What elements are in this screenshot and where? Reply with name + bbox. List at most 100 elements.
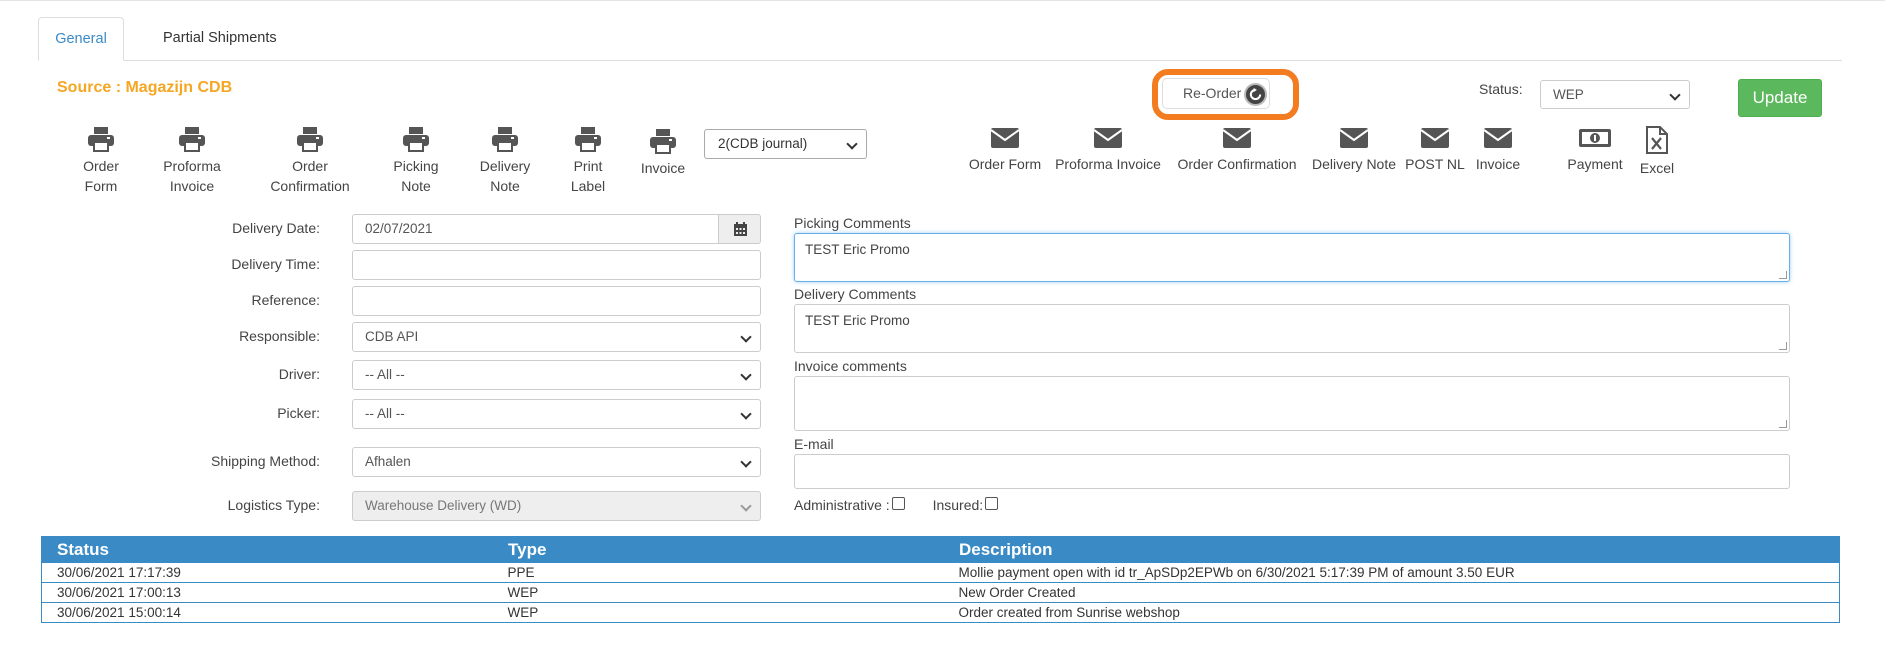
cell-status: 30/06/2021 17:17:39 <box>41 562 493 583</box>
chevron-down-icon <box>740 456 752 468</box>
administrative-label: Administrative : <box>794 497 890 513</box>
email-label: E-mail <box>794 436 834 452</box>
administrative-checkbox[interactable] <box>891 497 905 510</box>
option-checks: Administrative : Insured: <box>794 497 999 513</box>
tool-label: Proforma Invoice <box>1055 156 1161 172</box>
printer-icon <box>492 127 518 152</box>
resize-handle[interactable] <box>1779 342 1787 350</box>
mail-delivery-note-button[interactable]: Delivery Note <box>1308 126 1400 174</box>
source-title: Source : Magazijn CDB <box>57 79 233 96</box>
tool-label-line2: Form <box>84 178 118 194</box>
tool-label-line2: Label <box>570 178 606 194</box>
top-divider <box>0 0 1885 1</box>
envelope-icon <box>1222 128 1252 148</box>
delivery-date-input[interactable]: 02/07/2021 <box>352 214 719 244</box>
status-label: Status: <box>1479 81 1523 97</box>
logistics-type-label: Logistics Type: <box>227 497 320 513</box>
chevron-down-icon <box>740 408 752 420</box>
print-picking-note-button[interactable]: Picking Note <box>388 126 444 196</box>
reference-input[interactable] <box>352 286 761 316</box>
tool-label-line2: Invoice <box>169 178 215 194</box>
mail-post-nl-button[interactable]: POST NL <box>1404 126 1466 174</box>
status-select[interactable]: WEP <box>1540 80 1690 109</box>
column-header-description: Description <box>943 536 1840 563</box>
chevron-down-icon <box>740 369 752 381</box>
cell-status: 30/06/2021 17:00:13 <box>41 582 493 603</box>
insured-checkbox[interactable] <box>985 497 999 510</box>
tab-partial-shipments[interactable]: Partial Shipments <box>145 17 295 61</box>
resize-handle[interactable] <box>1779 271 1787 279</box>
responsible-value: CDB API <box>365 329 419 344</box>
mail-proforma-invoice-button[interactable]: Proforma Invoice <box>1052 126 1164 174</box>
picker-select[interactable]: -- All -- <box>352 399 761 429</box>
delivery-comments-value: TEST Eric Promo <box>805 313 910 328</box>
chevron-down-icon <box>740 500 752 512</box>
email-input[interactable] <box>794 454 1790 489</box>
print-proforma-invoice-button[interactable]: Proforma Invoice <box>158 126 226 196</box>
mail-order-confirmation-button[interactable]: Order Confirmation <box>1172 126 1302 174</box>
picker-value: -- All -- <box>365 406 405 421</box>
chevron-down-icon <box>846 138 858 150</box>
print-invoice-button[interactable]: Invoice <box>637 128 689 178</box>
tool-label-line2: Confirmation <box>270 178 350 194</box>
calendar-icon <box>734 222 747 236</box>
resize-handle[interactable] <box>1779 420 1787 428</box>
excel-file-icon <box>1646 126 1668 154</box>
tool-label-line1: Order <box>292 158 328 174</box>
delivery-date-value: 02/07/2021 <box>365 221 433 236</box>
insured-label: Insured: <box>932 497 984 513</box>
delivery-comments-textarea[interactable]: TEST Eric Promo <box>794 304 1790 353</box>
tool-label-line1: Invoice <box>640 160 686 176</box>
print-order-form-button[interactable]: Order Form <box>75 126 127 196</box>
printer-icon <box>179 127 205 152</box>
table-header-row: Status Type Description <box>41 536 1840 563</box>
shipping-method-label: Shipping Method: <box>211 453 320 469</box>
delivery-time-input[interactable] <box>352 250 761 280</box>
journal-select[interactable]: 2(CDB journal) <box>704 129 867 159</box>
tool-label-line2: Note <box>401 178 431 194</box>
print-order-confirmation-button[interactable]: Order Confirmation <box>265 126 355 196</box>
reorder-label: Re-Order <box>1183 85 1242 101</box>
refresh-icon[interactable] <box>1244 83 1267 106</box>
tool-label-line1: Picking <box>393 158 439 174</box>
journal-value: 2(CDB journal) <box>718 136 808 151</box>
driver-select[interactable]: -- All -- <box>352 360 761 390</box>
tool-label: Excel <box>1639 160 1675 176</box>
tool-label-line1: Order <box>83 158 119 174</box>
update-button[interactable]: Update <box>1738 79 1822 117</box>
mail-invoice-button[interactable]: Invoice <box>1470 126 1526 174</box>
envelope-icon <box>1483 128 1513 148</box>
invoice-comments-textarea[interactable] <box>794 376 1790 431</box>
responsible-label: Responsible: <box>239 328 320 344</box>
envelope-icon <box>1093 128 1123 148</box>
printer-icon <box>88 127 114 152</box>
cell-description: Order created from Sunrise webshop <box>943 602 1840 623</box>
printer-icon <box>650 129 676 154</box>
printer-icon <box>403 127 429 152</box>
column-header-status: Status <box>41 536 493 563</box>
tool-label-line1: Proforma <box>163 158 221 174</box>
table-row: 30/06/2021 15:00:14 WEP Order created fr… <box>41 602 1840 623</box>
tab-general[interactable]: General <box>38 17 124 61</box>
picking-comments-label: Picking Comments <box>794 215 911 231</box>
delivery-date-label: Delivery Date: <box>232 220 320 236</box>
excel-button[interactable]: Excel <box>1632 126 1682 178</box>
tool-label: Delivery Note <box>1311 156 1397 172</box>
responsible-select[interactable]: CDB API <box>352 322 761 352</box>
payment-button[interactable]: Payment <box>1562 126 1628 174</box>
envelope-icon <box>990 128 1020 148</box>
logistics-type-select: Warehouse Delivery (WD) <box>352 491 761 521</box>
cell-type: WEP <box>492 582 944 603</box>
calendar-button[interactable] <box>718 214 761 244</box>
tool-label-line1: Delivery <box>479 158 531 174</box>
shipping-method-select[interactable]: Afhalen <box>352 447 761 477</box>
picking-comments-textarea[interactable]: TEST Eric Promo <box>794 233 1790 282</box>
cell-type: PPE <box>492 562 944 583</box>
print-delivery-note-button[interactable]: Delivery Note <box>474 126 536 196</box>
money-bill-icon <box>1579 129 1611 147</box>
tool-label: Order Form <box>968 156 1042 172</box>
print-label-button[interactable]: Print Label <box>564 126 612 196</box>
tool-label: POST NL <box>1405 156 1465 172</box>
mail-order-form-button[interactable]: Order Form <box>964 126 1046 174</box>
reference-label: Reference: <box>251 292 320 308</box>
